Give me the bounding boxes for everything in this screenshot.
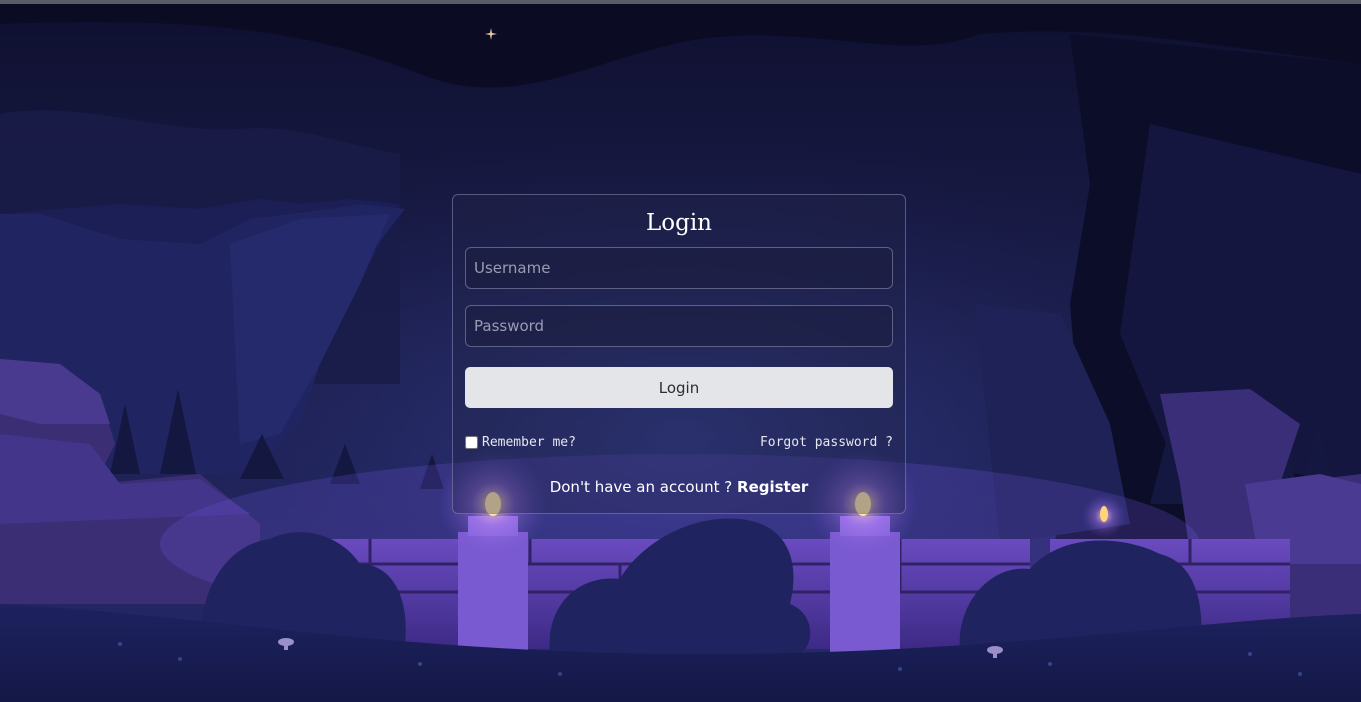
login-options-row: Remember me? Forgot password ? xyxy=(465,432,893,452)
login-button[interactable]: Login xyxy=(465,367,893,408)
remember-me[interactable]: Remember me? xyxy=(465,435,576,450)
forgot-password-link[interactable]: Forgot password ? xyxy=(760,435,893,450)
remember-me-checkbox[interactable] xyxy=(465,435,478,449)
no-account-text: Don't have an account ? xyxy=(549,478,738,496)
remember-me-label: Remember me? xyxy=(482,434,576,450)
register-row: Don't have an account ? Register xyxy=(465,478,893,496)
torch-icon xyxy=(1082,494,1126,538)
login-title: Login xyxy=(645,210,712,236)
username-input[interactable] xyxy=(465,247,893,289)
login-card: Login Login Remember me? Forgot password… xyxy=(452,194,906,514)
password-input[interactable] xyxy=(465,305,893,347)
register-link[interactable]: Register xyxy=(737,478,808,496)
